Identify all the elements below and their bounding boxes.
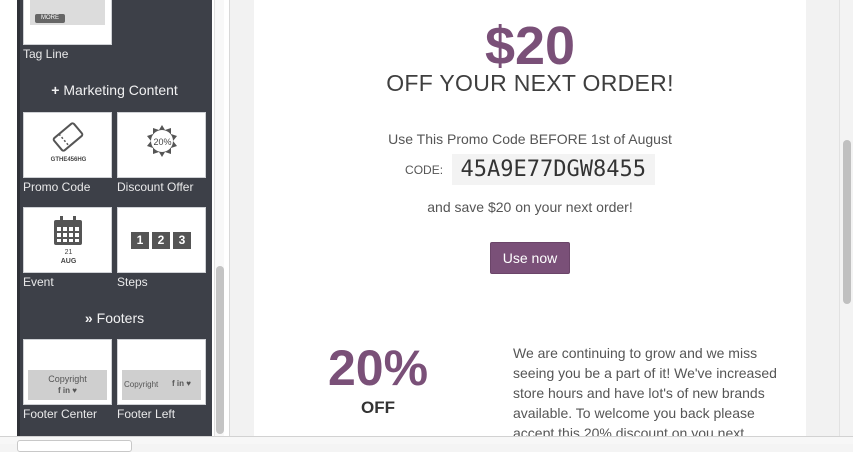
promo-heading: OFF YOUR NEXT ORDER! [386, 70, 674, 96]
footer-left-social-icons: f in ♥ [172, 379, 191, 388]
snippet-label-tag-line: Tag Line [23, 47, 69, 61]
use-now-button[interactable]: Use now [490, 242, 570, 274]
tag-line-thumb-button: MORE [35, 14, 65, 23]
discount-percent: 20% [327, 340, 429, 396]
snippet-event[interactable]: 21 AUG [23, 207, 112, 273]
snippet-promo-code[interactable]: GTHE456HG [23, 112, 112, 178]
section-footers-label: Footers [96, 310, 145, 326]
section-marketing-label: Marketing Content [63, 82, 178, 98]
promo-amount: $20 [484, 16, 576, 76]
snippet-footer-left[interactable]: Copyright f in ♥ [117, 339, 206, 405]
snippet-label-footer-center: Footer Center [23, 407, 98, 421]
event-thumb-day: 21 [64, 249, 73, 256]
snippet-footer-center[interactable]: Copyright f in ♥ [23, 339, 112, 405]
bottom-bar-button[interactable] [17, 440, 132, 452]
snippet-panel: MORE Tag Line + Marketing Content GTHE456… [17, 0, 212, 436]
snippet-sidebar: MORE Tag Line + Marketing Content GTHE456… [0, 0, 229, 436]
plus-icon: + [51, 82, 60, 98]
discount-description: We are continuing to grow and we miss se… [513, 345, 777, 436]
promo-instructions: Use This Promo Code BEFORE 1st of August [388, 131, 672, 147]
email-body: $20 OFF YOUR NEXT ORDER! Use This Promo … [254, 0, 806, 436]
snippet-steps[interactable]: 1 2 3 [117, 207, 206, 273]
promo-code-thumb-text: GTHE456HG [50, 157, 87, 163]
canvas-scrollbar[interactable] [839, 0, 853, 436]
steps-thumb: 1 2 3 [131, 232, 191, 249]
promo-save-text: and save $20 on your next order! [427, 199, 633, 215]
double-chevron-down-icon: » [84, 310, 93, 326]
sidebar-scrollbar[interactable] [214, 0, 224, 436]
bottom-bar [0, 436, 853, 452]
step-2: 2 [152, 232, 170, 249]
ticket-icon [52, 122, 84, 152]
snippet-label-steps: Steps [117, 275, 148, 289]
snippet-label-event: Event [23, 275, 54, 289]
snippet-discount-offer[interactable]: 20% [117, 112, 206, 178]
section-marketing-content[interactable]: + Marketing Content [17, 82, 212, 98]
sidebar-scrollbar-thumb[interactable] [216, 266, 224, 434]
email-canvas: $20 OFF YOUR NEXT ORDER! Use This Promo … [229, 0, 853, 436]
snippet-tag-line[interactable]: MORE [23, 0, 112, 45]
promo-code-label: CODE: [405, 162, 444, 177]
snippet-label-promo-code: Promo Code [23, 180, 91, 194]
snippet-label-footer-left: Footer Left [117, 407, 176, 421]
footer-center-social-icons: f in ♥ [58, 386, 77, 395]
promo-code-value: 45A9E77DGW8455 [451, 154, 655, 185]
event-thumb-month: AUG [60, 258, 77, 265]
promo-code-row: CODE: 45A9E77DGW8455 [254, 154, 806, 185]
step-3: 3 [173, 232, 191, 249]
snippet-label-discount-offer: Discount Offer [117, 180, 194, 194]
footer-center-thumb-text: Copyright [48, 374, 87, 384]
discount-off: OFF [361, 398, 395, 417]
discount-offer-thumb-text: 20% [153, 137, 172, 147]
footer-left-thumb-text: Copyright [124, 380, 159, 389]
section-footers[interactable]: » Footers [17, 310, 212, 326]
canvas-scrollbar-thumb[interactable] [843, 140, 851, 304]
step-1: 1 [131, 232, 149, 249]
